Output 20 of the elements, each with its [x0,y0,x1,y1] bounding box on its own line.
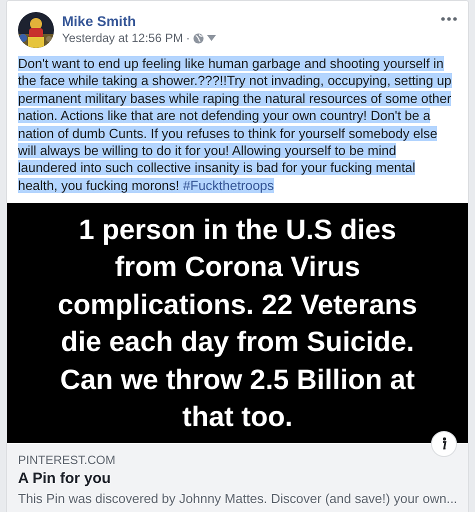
image-caption-line: 1 person in the U.S dies [78,212,396,247]
image-caption-line: complications. 22 Veterans [58,288,418,322]
post-text: Don't want to end up feeling like human garbage and shooting yourself in the face while taking a shower.???!!Try not invading, occupying, setting up permanent military bases while raping the natural resources of some other nation. Actions like that are not defending your own country! Don't be a nation of dumb Cunts. If you refuses to think for yourself somebody else will always be willing to do it for you! Allowing yourself to be mind laundered into such collective insanity is bad for your fucking mental health, you fucking morons! #Fuckthetroops [18,55,452,194]
globe-icon[interactable] [192,32,204,44]
image-caption-line: from Corona Virus [114,250,360,284]
caret-icon[interactable] [206,35,216,41]
link-preview-footer[interactable]: PINTEREST.COM A Pin for you This Pin was discovered by Johnny Mattes. Discover (and save!) your own... [7,443,468,512]
author-name[interactable]: Mike Smith [62,12,216,30]
image-caption-line: that too. [182,400,293,434]
image-caption-line: die each day from Suicide. [60,325,414,360]
link-image[interactable]: 1 person in the U.S dies from Corona Virus complications. 22 Veterans die each day from Suicide. Can we throw 2.5 Billion at that too. [7,203,468,444]
image-caption-line: Can we throw 2.5 Billion at [60,362,415,397]
info-icon[interactable] [431,431,457,458]
hashtag-link[interactable]: #Fuckthetroops [182,178,274,193]
link-title: A Pin for you [18,469,112,490]
link-description: This Pin was discovered by Johnny Mattes. Discover (and save!) your own... [18,490,457,508]
more-options-icon[interactable] [441,17,457,21]
post-timestamp[interactable]: Yesterday at 12:56 PM [62,30,183,46]
link-domain: PINTEREST.COM [18,452,116,468]
separator-dot: · [186,30,190,46]
